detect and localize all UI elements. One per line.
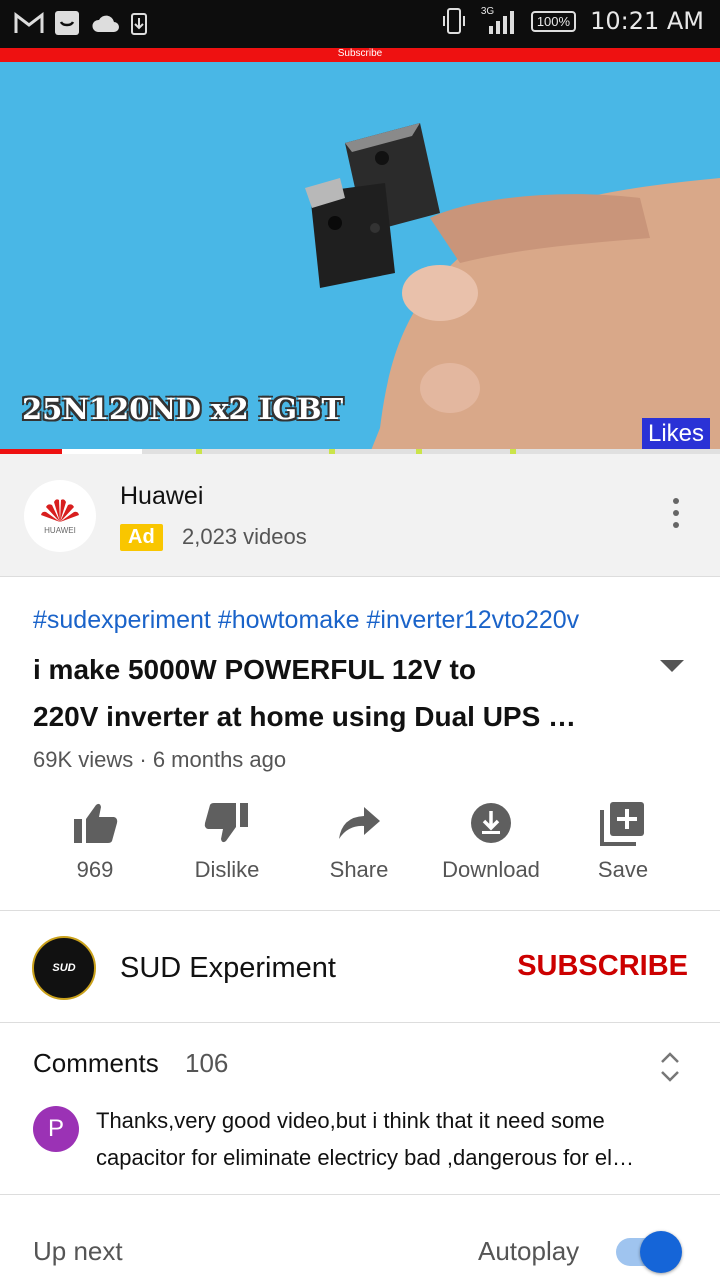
battery-indicator: 100%	[530, 10, 577, 32]
comments-section[interactable]: Comments 106 P Thanks,very good video,bu…	[0, 1024, 720, 1195]
save-button[interactable]: Save	[557, 795, 689, 883]
save-label: Save	[597, 857, 649, 882]
channel-row: SUD SUD Experiment SUBSCRIBE	[0, 912, 720, 1023]
share-label: Share	[329, 857, 389, 882]
logo-text: HUAWEI	[44, 525, 76, 535]
channel-avatar[interactable]: SUD	[32, 936, 96, 1000]
video-title-line: i make 5000W POWERFUL 12V to	[33, 654, 476, 685]
video-title[interactable]: i make 5000W POWERFUL 12V to 220V invert…	[33, 646, 633, 740]
dislike-button[interactable]: Dislike	[161, 795, 293, 883]
comment-line: Thanks,very good video,but i think that …	[96, 1108, 605, 1133]
subscribe-button[interactable]: SUBSCRIBE	[517, 950, 688, 983]
video-meta: 69K views · 6 months ago	[33, 747, 287, 772]
ad-badge: Ad	[120, 524, 163, 551]
inbox-icon	[55, 11, 79, 35]
video-title-line: 220V inverter at home using Dual UPS …	[33, 701, 577, 732]
video-overlay-caption: 25N120ND x2 IGBT	[22, 392, 344, 426]
download-notification-icon	[131, 13, 147, 35]
likes-overlay: Likes	[641, 418, 710, 450]
autoplay-toggle-knob[interactable]	[640, 1231, 682, 1273]
action-bar: 969 Dislike Share Download Save	[0, 795, 720, 911]
video-hashtags[interactable]: #sudexperiment #howtomake #inverter12vto…	[33, 606, 579, 635]
vibrate-icon	[442, 8, 465, 34]
ad-advertiser-name[interactable]: Huawei	[120, 482, 203, 511]
notification-icons	[14, 10, 148, 36]
dislike-label: Dislike	[194, 857, 260, 882]
more-options-icon[interactable]	[672, 498, 680, 528]
expand-comments-icon[interactable]	[658, 1050, 682, 1084]
ad-video-count: 2,023 videos	[182, 524, 307, 549]
download-icon	[471, 803, 511, 843]
video-player[interactable]: Subscribe 25N120ND x2 IGBT Likes	[0, 48, 720, 453]
huawei-petals-icon	[41, 498, 79, 522]
gmail-icon	[14, 11, 44, 33]
comments-count: 106	[185, 1048, 229, 1078]
status-bar: 3G 100% 10:21 AM	[0, 0, 720, 48]
expand-description-icon[interactable]	[660, 660, 684, 672]
huawei-logo[interactable]: HUAWEI	[24, 480, 96, 552]
clock: 10:21 AM	[590, 7, 704, 35]
thumbs-down-icon	[204, 803, 248, 843]
like-button[interactable]: 969	[29, 795, 161, 883]
comments-heading: Comments	[33, 1048, 159, 1078]
download-label: Download	[442, 857, 540, 882]
thumbs-up-icon	[74, 803, 118, 843]
cloud-icon	[92, 15, 119, 32]
share-button[interactable]: Share	[293, 795, 425, 883]
like-count: 969	[76, 857, 114, 882]
share-arrow-icon	[339, 807, 380, 839]
add-to-playlist-icon	[600, 802, 644, 846]
up-next-label: Up next	[33, 1236, 123, 1266]
ad-panel[interactable]: HUAWEI Huawei Ad 2,023 videos	[0, 454, 720, 577]
autoplay-label: Autoplay	[478, 1236, 580, 1266]
comment-line: capacitor for eliminate electricy bad ,d…	[96, 1145, 635, 1170]
signal-icon: 3G	[481, 6, 517, 36]
download-button[interactable]: Download	[425, 795, 557, 883]
commenter-avatar: P	[33, 1106, 79, 1152]
top-comment-text: Thanks,very good video,but i think that …	[96, 1102, 692, 1176]
channel-name[interactable]: SUD Experiment	[120, 952, 336, 985]
